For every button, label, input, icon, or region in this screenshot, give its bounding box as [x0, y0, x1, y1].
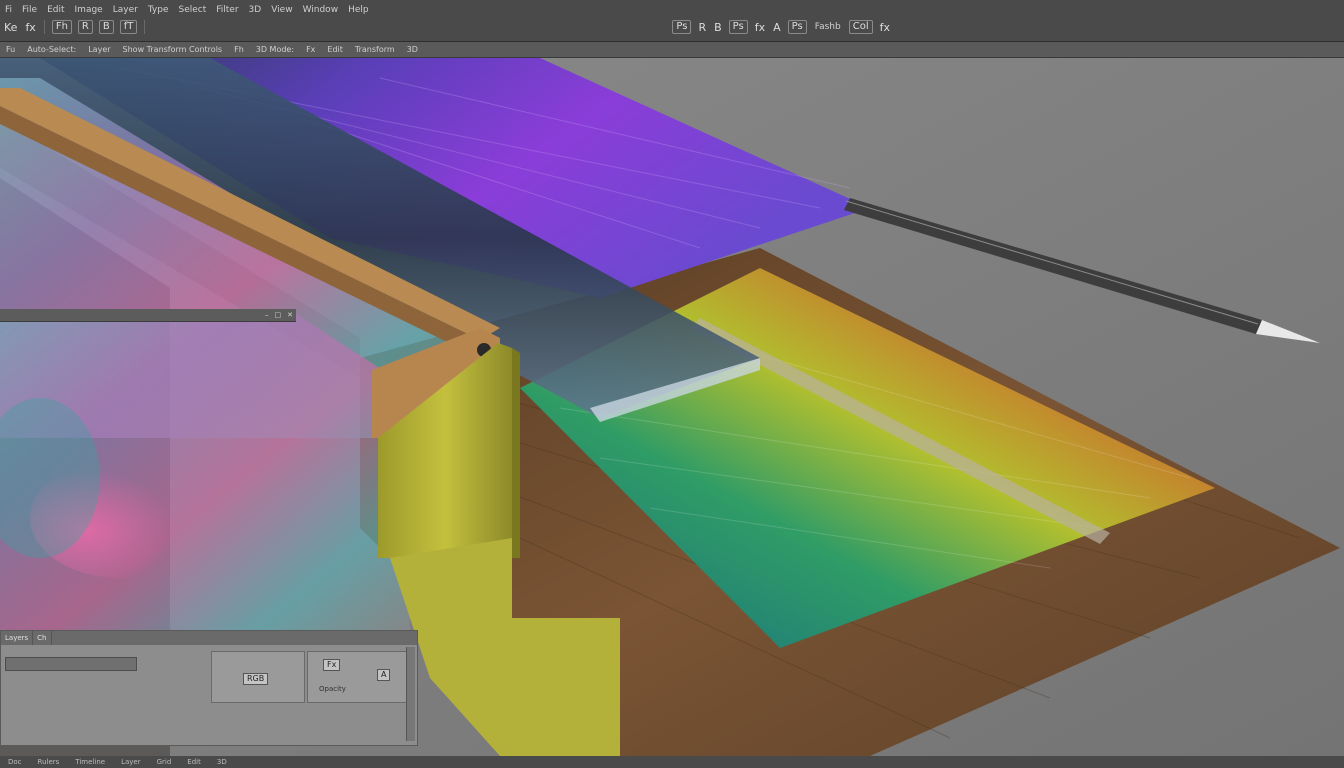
option-item[interactable]: Fu — [0, 45, 21, 54]
menu-item[interactable]: Filter — [211, 5, 243, 15]
option-item[interactable]: 3D — [401, 45, 424, 54]
tool-row: Ke fx Fh R B fT Ps R B Ps fx A Ps Fashb … — [0, 16, 894, 38]
toolbar-divider — [144, 20, 146, 34]
layers-panel: Layers Ch RGB Fx A Opacity — [0, 630, 418, 746]
option-item[interactable]: 3D Mode: — [250, 45, 300, 54]
status-item[interactable]: Layer — [113, 758, 149, 766]
maximize-icon[interactable]: □ — [272, 311, 285, 319]
floating-window-titlebar[interactable]: – □ ✕ — [0, 309, 296, 322]
menu-item[interactable]: 3D — [244, 5, 267, 15]
status-item: Doc — [8, 758, 22, 766]
tool-box[interactable]: B — [98, 20, 114, 34]
option-item[interactable]: Edit — [321, 45, 349, 54]
status-item[interactable]: Grid — [149, 758, 180, 766]
minimize-icon[interactable]: – — [262, 311, 272, 319]
tool-icon[interactable]: fx — [751, 21, 769, 34]
menu-item[interactable]: Edit — [42, 5, 69, 15]
close-icon[interactable]: ✕ — [284, 311, 296, 319]
menu-item[interactable]: Type — [143, 5, 174, 15]
menu-item[interactable]: Select — [173, 5, 211, 15]
tool-box[interactable]: Fh — [51, 20, 72, 34]
menu-item[interactable]: Layer — [108, 5, 143, 15]
tab-layers[interactable]: Layers — [1, 631, 34, 645]
tool-box[interactable]: R — [77, 20, 93, 34]
tool-box[interactable]: Ps — [787, 20, 807, 34]
status-item[interactable]: 3D — [209, 758, 235, 766]
status-item[interactable]: Edit — [179, 758, 209, 766]
option-item[interactable]: Fx — [300, 45, 321, 54]
tool-icon[interactable]: fx — [21, 21, 39, 34]
tool-icon[interactable]: fx — [876, 21, 894, 34]
opacity-label: Opacity — [319, 685, 346, 693]
menu-bar: Fi File Edit Image Layer Type Select Fil… — [0, 0, 1344, 42]
type-button[interactable]: A — [377, 669, 391, 681]
status-bar: Doc Rulers Timeline Layer Grid Edit 3D — [0, 756, 1344, 768]
option-item[interactable]: Transform — [349, 45, 401, 54]
menu-item[interactable]: View — [266, 5, 297, 15]
panel-search-field[interactable] — [5, 657, 137, 671]
menu-item[interactable]: Help — [343, 5, 374, 15]
fx-button[interactable]: Fx — [323, 659, 341, 671]
tab-channels[interactable]: Ch — [33, 631, 52, 645]
panel-header: Layers Ch — [1, 631, 417, 645]
tool-icon[interactable]: R — [694, 21, 710, 34]
status-item[interactable]: Rulers — [30, 758, 68, 766]
option-item[interactable]: Layer — [82, 45, 116, 54]
tool-icon[interactable]: Ke — [0, 21, 21, 34]
tool-box[interactable]: fT — [119, 20, 138, 34]
option-item[interactable]: Auto-Select: — [21, 45, 82, 54]
menu-item[interactable]: Fi — [0, 5, 17, 15]
toolbar-divider — [43, 20, 45, 34]
tool-box[interactable]: Ps — [728, 20, 748, 34]
tool-box[interactable]: Col — [848, 20, 873, 34]
mode-button[interactable]: RGB — [243, 673, 269, 685]
menu-item[interactable]: File — [17, 5, 42, 15]
tool-icon[interactable]: B — [710, 21, 726, 34]
tool-label[interactable]: Fashb — [810, 22, 846, 32]
tool-icon[interactable]: A — [769, 21, 785, 34]
panel-scrollbar[interactable] — [406, 647, 415, 741]
option-item[interactable]: Fh — [228, 45, 250, 54]
option-item[interactable]: Show Transform Controls — [117, 45, 229, 54]
options-bar: Fu Auto-Select: Layer Show Transform Con… — [0, 42, 1344, 58]
menu-item[interactable]: Window — [298, 5, 344, 15]
menu-item[interactable]: Image — [70, 5, 108, 15]
status-item[interactable]: Timeline — [67, 758, 113, 766]
tool-box[interactable]: Ps — [672, 20, 692, 34]
